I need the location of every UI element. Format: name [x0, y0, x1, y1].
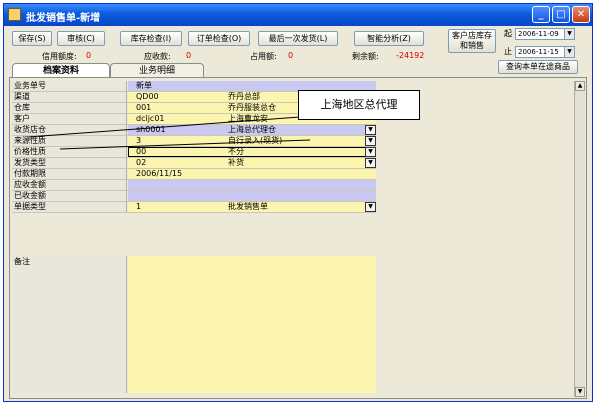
callout-pointer-lines: [27, 116, 311, 150]
annotation-callout: 上海地区总代理: [298, 90, 420, 120]
